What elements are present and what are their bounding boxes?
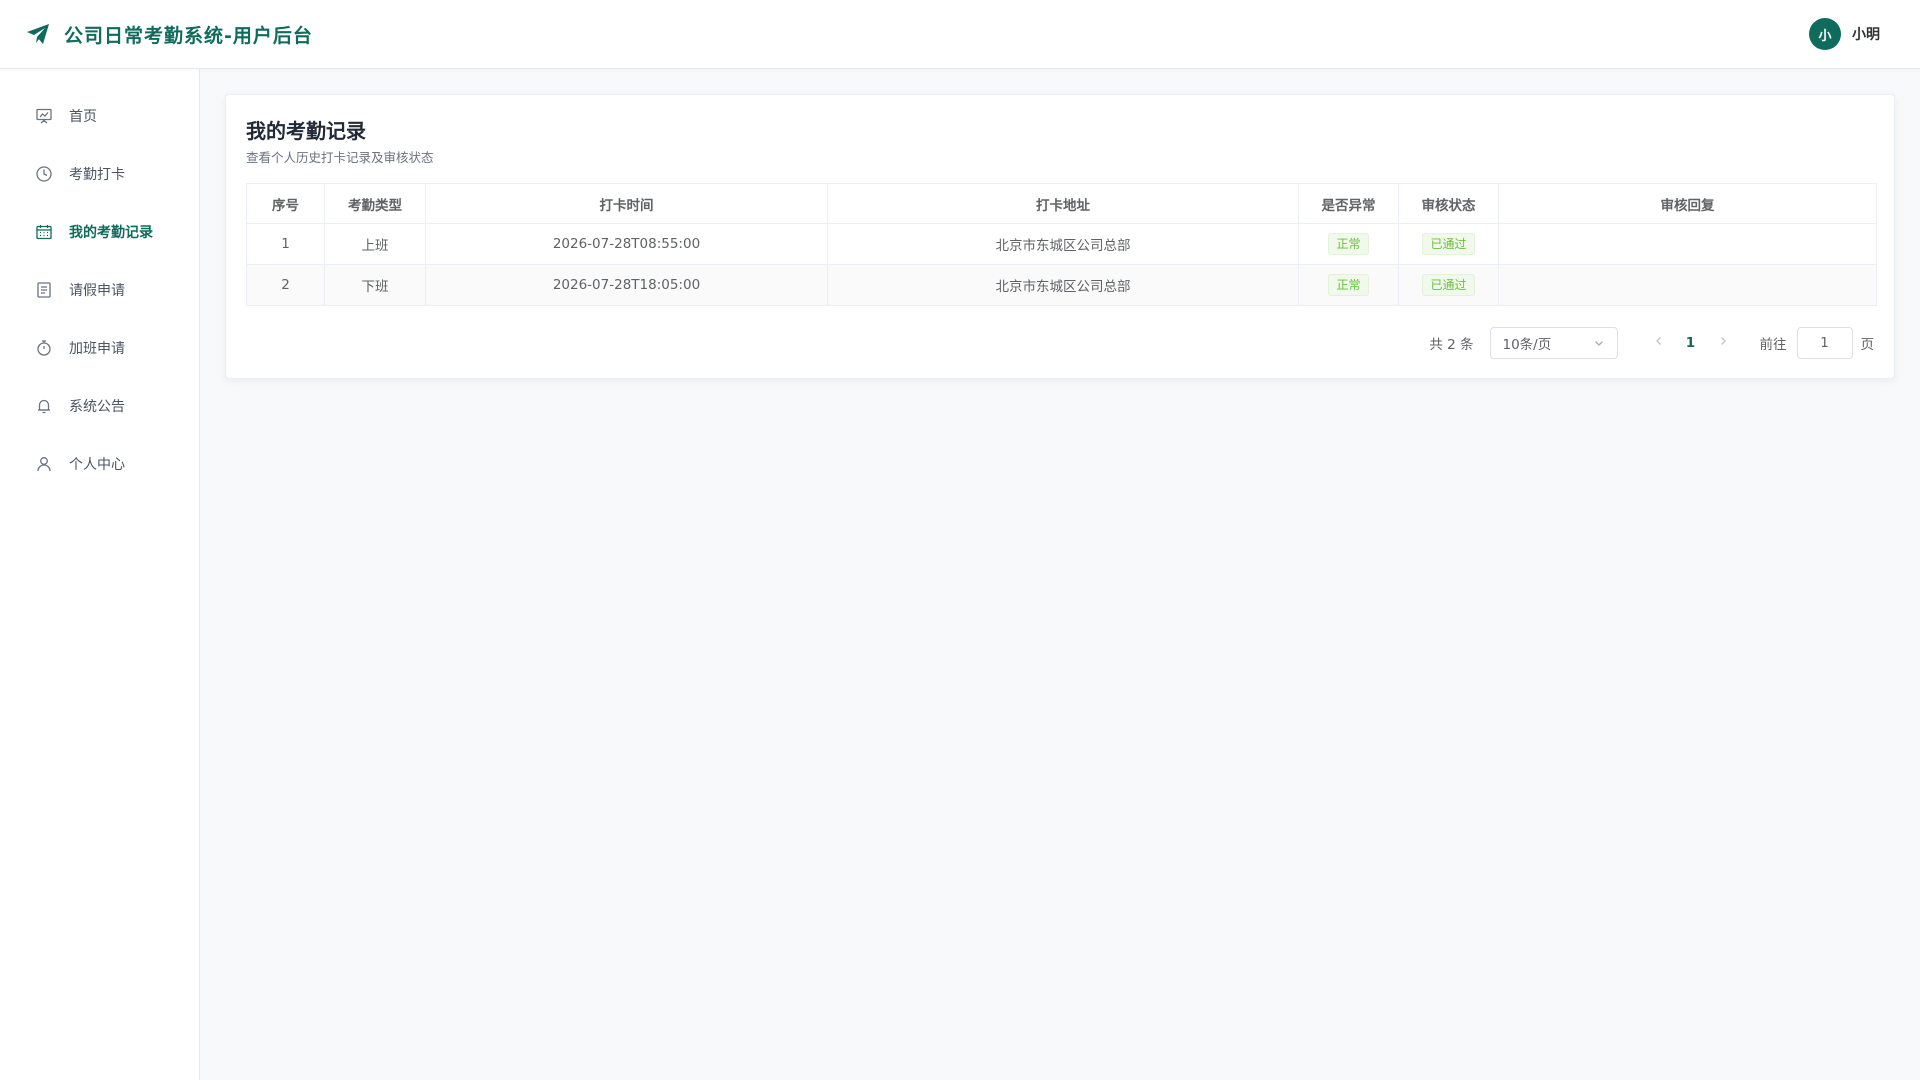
status-badge: 正常 bbox=[1328, 274, 1369, 296]
avatar[interactable]: 小 bbox=[1809, 18, 1841, 50]
sidebar-item-my-records[interactable]: 我的考勤记录 bbox=[0, 203, 199, 261]
sidebar-item-label: 请假申请 bbox=[69, 283, 125, 299]
goto-page-input[interactable] bbox=[1796, 327, 1853, 359]
chevron-down-icon bbox=[1594, 341, 1603, 346]
prev-page-button[interactable] bbox=[1644, 335, 1674, 351]
status-badge: 正常 bbox=[1328, 233, 1369, 255]
sidebar-item-label: 系统公告 bbox=[69, 399, 125, 415]
records-table: 序号 考勤类型 打卡时间 打卡地址 是否异常 审核状态 审核回复 1 上班 20… bbox=[246, 183, 1877, 306]
brand: 公司日常考勤系统-用户后台 bbox=[26, 21, 313, 48]
sidebar-item-label: 个人中心 bbox=[69, 457, 125, 473]
column-header: 考勤类型 bbox=[324, 183, 426, 224]
sidebar-item-overtime-request[interactable]: 加班申请 bbox=[0, 319, 199, 377]
column-header: 打卡时间 bbox=[425, 183, 828, 224]
sidebar-item-label: 考勤打卡 bbox=[69, 167, 125, 183]
sidebar-item-home[interactable]: 首页 bbox=[0, 87, 199, 145]
status-badge: 已通过 bbox=[1422, 233, 1475, 255]
column-header: 审核回复 bbox=[1498, 183, 1877, 224]
next-page-button[interactable] bbox=[1708, 335, 1738, 351]
user-menu[interactable]: 小 小明 bbox=[1809, 18, 1880, 50]
records-card: 我的考勤记录 查看个人历史打卡记录及审核状态 序号 考勤类型 打卡时间 打卡地址… bbox=[225, 94, 1895, 379]
cell-review-status: 已通过 bbox=[1398, 223, 1499, 265]
cell-index: 1 bbox=[246, 223, 325, 265]
sidebar-item-announcements[interactable]: 系统公告 bbox=[0, 377, 199, 435]
cell-type: 下班 bbox=[324, 264, 426, 306]
username[interactable]: 小明 bbox=[1852, 24, 1880, 44]
app-title: 公司日常考勤系统-用户后台 bbox=[64, 24, 313, 47]
page-size-select[interactable]: 10条/页 bbox=[1489, 327, 1618, 359]
goto-label: 前往 bbox=[1759, 337, 1787, 353]
cell-abnormal: 正常 bbox=[1298, 264, 1399, 306]
table-row: 2 下班 2026-07-28T18:05:00 北京市东城区公司总部 正常 已… bbox=[246, 264, 1877, 306]
table-row: 1 上班 2026-07-28T08:55:00 北京市东城区公司总部 正常 已… bbox=[246, 223, 1877, 265]
cell-time: 2026-07-28T08:55:00 bbox=[425, 223, 828, 265]
page-subtitle: 查看个人历史打卡记录及审核状态 bbox=[246, 150, 434, 165]
sidebar-item-label: 首页 bbox=[69, 109, 97, 125]
user-icon bbox=[37, 457, 51, 472]
chevron-right-icon bbox=[1720, 337, 1726, 345]
main-content: 我的考勤记录 查看个人历史打卡记录及审核状态 序号 考勤类型 打卡时间 打卡地址… bbox=[200, 69, 1920, 1080]
document-icon bbox=[37, 282, 51, 298]
cell-review-status: 已通过 bbox=[1398, 264, 1499, 306]
column-header: 序号 bbox=[246, 183, 325, 224]
page-title: 我的考勤记录 bbox=[246, 119, 366, 143]
page-size-value: 10条/页 bbox=[1502, 337, 1552, 353]
cell-type: 上班 bbox=[324, 223, 426, 265]
column-header: 打卡地址 bbox=[827, 183, 1299, 224]
cell-review-reply bbox=[1498, 264, 1877, 306]
bell-icon bbox=[38, 399, 50, 414]
paper-plane-icon bbox=[27, 24, 49, 44]
page-number-current[interactable]: 1 bbox=[1674, 335, 1708, 351]
sidebar: 首页 考勤打卡 我的考勤记录 请假申请 加班申请 系统公告 个人中心 bbox=[0, 69, 200, 1080]
sidebar-item-label: 我的考勤记录 bbox=[69, 225, 153, 241]
sidebar-item-label: 加班申请 bbox=[69, 341, 125, 357]
pagination: 共 2 条 10条/页 1 前往 页 bbox=[1429, 327, 1874, 359]
calendar-icon bbox=[36, 225, 52, 240]
top-header: 公司日常考勤系统-用户后台 小 小明 bbox=[0, 0, 1920, 69]
cell-review-reply bbox=[1498, 223, 1877, 265]
column-header: 审核状态 bbox=[1398, 183, 1499, 224]
sidebar-item-profile[interactable]: 个人中心 bbox=[0, 435, 199, 493]
cell-address: 北京市东城区公司总部 bbox=[827, 264, 1299, 306]
cell-address: 北京市东城区公司总部 bbox=[827, 223, 1299, 265]
cell-abnormal: 正常 bbox=[1298, 223, 1399, 265]
chevron-left-icon bbox=[1655, 337, 1661, 345]
cell-time: 2026-07-28T18:05:00 bbox=[425, 264, 828, 306]
sidebar-item-attendance-punch[interactable]: 考勤打卡 bbox=[0, 145, 199, 203]
table-header-row: 序号 考勤类型 打卡时间 打卡地址 是否异常 审核状态 审核回复 bbox=[246, 183, 1877, 224]
sidebar-item-leave-request[interactable]: 请假申请 bbox=[0, 261, 199, 319]
status-badge: 已通过 bbox=[1422, 274, 1475, 296]
stopwatch-icon bbox=[37, 340, 51, 356]
pagination-total: 共 2 条 bbox=[1429, 337, 1474, 353]
presentation-icon bbox=[36, 108, 52, 124]
column-header: 是否异常 bbox=[1298, 183, 1399, 224]
clock-icon bbox=[36, 166, 52, 182]
page-unit-label: 页 bbox=[1860, 337, 1875, 353]
cell-index: 2 bbox=[246, 264, 325, 306]
